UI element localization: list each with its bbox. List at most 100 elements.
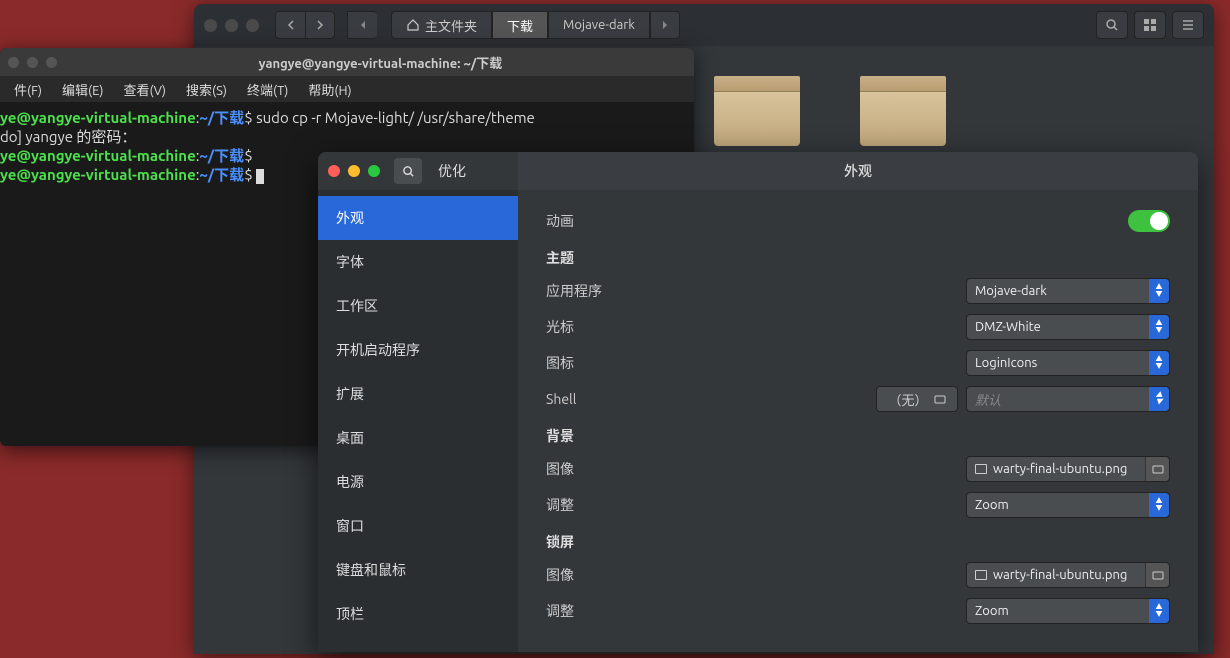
select-shell-theme[interactable]: 默认 ▲▼: [966, 386, 1170, 412]
folder-item-1[interactable]: [714, 76, 800, 146]
row-lock-image: 图像 warty-final-ubuntu.png: [546, 562, 1170, 588]
chevron-updown-icon: ▲▼: [1149, 599, 1169, 623]
file-browse-icon: [1145, 563, 1169, 587]
sidebar-item-desktop[interactable]: 桌面: [318, 416, 518, 460]
fm-path-back-button[interactable]: [347, 11, 377, 39]
select-icon-theme[interactable]: LoginIcons ▲▼: [966, 350, 1170, 376]
chevron-left-icon: [286, 20, 296, 30]
fm-close-button[interactable]: [204, 19, 217, 32]
file-manager-titlebar: 主文件夹 下载 Mojave-dark: [194, 4, 1214, 46]
sidebar-item-fonts[interactable]: 字体: [318, 240, 518, 284]
fm-path-nav: [347, 11, 377, 39]
chevron-updown-icon: ▲▼: [1149, 315, 1169, 339]
chevron-updown-icon: ▲▼: [1149, 387, 1169, 411]
fm-minimize-button[interactable]: [225, 19, 238, 32]
select-lock-adjust[interactable]: Zoom ▲▼: [966, 598, 1170, 624]
fm-forward-button[interactable]: [305, 11, 335, 39]
folder-item-2[interactable]: [860, 76, 946, 146]
row-application-theme: 应用程序 Mojave-dark ▲▼: [546, 278, 1170, 304]
menu-file[interactable]: 件(F): [6, 78, 50, 101]
hamburger-icon: [1181, 18, 1195, 32]
row-bg-image: 图像 warty-final-ubuntu.png: [546, 456, 1170, 482]
sidebar-item-keyboard[interactable]: 键盘和鼠标: [318, 548, 518, 592]
row-cursor-theme: 光标 DMZ-White ▲▼: [546, 314, 1170, 340]
menu-view[interactable]: 查看(V): [116, 78, 174, 101]
file-select-lock-image[interactable]: warty-final-ubuntu.png: [966, 562, 1170, 588]
label-shell: Shell: [546, 391, 576, 407]
tweaks-sidebar: 优化 外观 字体 工作区 开机启动程序 扩展 桌面 电源 窗口 键盘和鼠标 顶栏: [318, 152, 518, 652]
menu-search[interactable]: 搜索(S): [178, 78, 235, 101]
file-browse-icon: [1145, 457, 1169, 481]
label-lock-image: 图像: [546, 565, 574, 585]
fm-search-button[interactable]: [1096, 11, 1128, 39]
fm-path-next-button[interactable]: [650, 11, 680, 39]
sidebar-item-topbar[interactable]: 顶栏: [318, 592, 518, 636]
label-bg-image: 图像: [546, 459, 574, 479]
sidebar-item-extensions[interactable]: 扩展: [318, 372, 518, 416]
tweaks-sidebar-list: 外观 字体 工作区 开机启动程序 扩展 桌面 电源 窗口 键盘和鼠标 顶栏: [318, 190, 518, 652]
sidebar-item-workspace[interactable]: 工作区: [318, 284, 518, 328]
select-application-value: Mojave-dark: [975, 284, 1047, 298]
select-application-theme[interactable]: Mojave-dark ▲▼: [966, 278, 1170, 304]
tweaks-window: 优化 外观 字体 工作区 开机启动程序 扩展 桌面 电源 窗口 键盘和鼠标 顶栏…: [318, 152, 1198, 652]
file-select-bg-image[interactable]: warty-final-ubuntu.png: [966, 456, 1170, 482]
tweaks-close-button[interactable]: [328, 165, 340, 177]
section-background: 背景: [546, 426, 1170, 446]
sidebar-item-power[interactable]: 电源: [318, 460, 518, 504]
chevron-updown-icon: ▲▼: [1149, 351, 1169, 375]
path-segment-home[interactable]: 主文件夹: [391, 11, 492, 39]
fm-view-button[interactable]: [1134, 11, 1166, 39]
path-segment-mojave[interactable]: Mojave-dark: [548, 11, 650, 39]
term-close-button[interactable]: [8, 57, 19, 68]
terminal-titlebar: yangye@yangye-virtual-machine: ~/下载: [0, 48, 694, 76]
fm-maximize-button[interactable]: [246, 19, 259, 32]
path-mojave-label: Mojave-dark: [563, 18, 635, 32]
label-application: 应用程序: [546, 281, 602, 301]
label-bg-adjust: 调整: [546, 495, 574, 515]
term-minimize-button[interactable]: [27, 57, 38, 68]
term-traffic-lights: [8, 57, 57, 68]
search-icon: [402, 165, 415, 178]
bg-adjust-value: Zoom: [975, 498, 1009, 512]
fm-nav-group: [275, 11, 335, 39]
label-icon: 图标: [546, 353, 574, 373]
chevron-updown-icon: ▲▼: [1149, 493, 1169, 517]
section-theme: 主题: [546, 248, 1170, 268]
section-lockscreen: 锁屏: [546, 532, 1170, 552]
fm-menu-button[interactable]: [1172, 11, 1204, 39]
triangle-left-icon: [359, 20, 367, 30]
select-bg-adjust[interactable]: Zoom ▲▼: [966, 492, 1170, 518]
sidebar-item-appearance[interactable]: 外观: [318, 196, 518, 240]
tweaks-traffic-lights: [328, 165, 380, 177]
menu-help[interactable]: 帮助(H): [300, 78, 359, 101]
lock-image-value: warty-final-ubuntu.png: [993, 568, 1127, 582]
select-cursor-theme[interactable]: DMZ-White ▲▼: [966, 314, 1170, 340]
terminal-title: yangye@yangye-virtual-machine: ~/下载: [75, 53, 686, 72]
row-lock-adjust: 调整 Zoom ▲▼: [546, 598, 1170, 624]
path-segment-downloads[interactable]: 下载: [492, 11, 548, 39]
label-lock-adjust: 调整: [546, 601, 574, 621]
menu-terminal[interactable]: 终端(T): [239, 78, 296, 101]
tweaks-maximize-button[interactable]: [368, 165, 380, 177]
shell-none-button[interactable]: （无）: [876, 386, 958, 412]
row-icon-theme: 图标 LoginIcons ▲▼: [546, 350, 1170, 376]
lock-adjust-value: Zoom: [975, 604, 1009, 618]
bg-image-value: warty-final-ubuntu.png: [993, 462, 1127, 476]
search-icon: [1105, 18, 1119, 32]
row-shell-theme: Shell （无） 默认 ▲▼: [546, 386, 1170, 412]
menu-edit[interactable]: 编辑(E): [54, 78, 111, 101]
fm-back-button[interactable]: [275, 11, 305, 39]
tweaks-minimize-button[interactable]: [348, 165, 360, 177]
toggle-animation[interactable]: [1128, 210, 1170, 232]
tweaks-main-header: 外观: [518, 152, 1198, 190]
shell-none-label: （无）: [888, 390, 927, 409]
sidebar-item-startup[interactable]: 开机启动程序: [318, 328, 518, 372]
chevron-right-icon: [315, 20, 325, 30]
term-maximize-button[interactable]: [46, 57, 57, 68]
tweaks-search-button[interactable]: [394, 158, 422, 184]
path-home-label: 主文件夹: [425, 16, 477, 35]
folder-icon: [934, 393, 946, 405]
sidebar-item-windows[interactable]: 窗口: [318, 504, 518, 548]
row-bg-adjust: 调整 Zoom ▲▼: [546, 492, 1170, 518]
label-animation: 动画: [546, 211, 574, 231]
